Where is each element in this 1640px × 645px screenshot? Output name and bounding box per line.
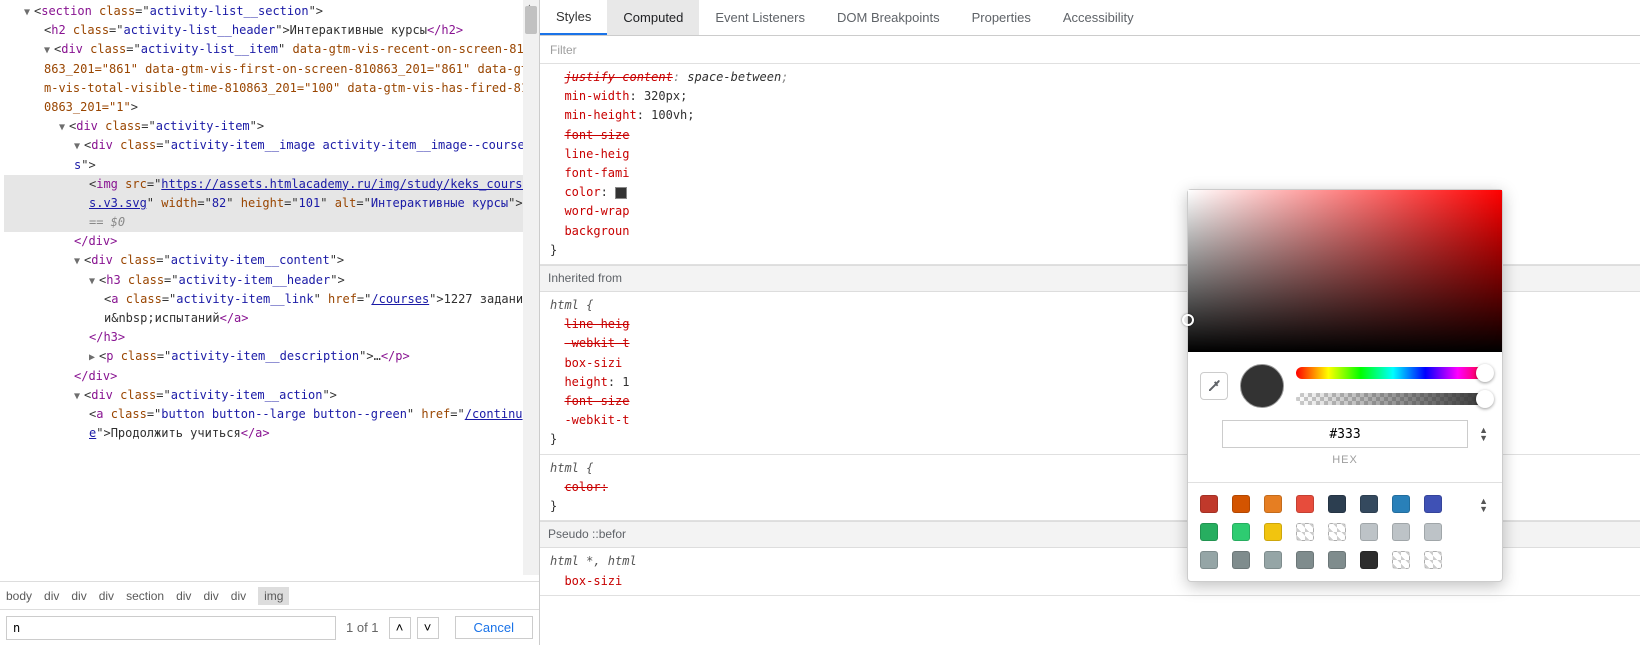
palette-swatch[interactable] (1296, 495, 1314, 513)
find-prev-button[interactable]: ˄ (389, 617, 411, 639)
format-stepper[interactable]: ▲▼ (1479, 426, 1488, 442)
palette-stepper[interactable]: ▲▼ (1479, 497, 1488, 513)
palette-swatch[interactable] (1232, 523, 1250, 541)
vertical-scrollbar[interactable]: ▲ (523, 0, 539, 575)
hex-input[interactable] (1222, 420, 1468, 448)
hue-slider[interactable] (1296, 367, 1490, 379)
saturation-brightness-field[interactable] (1188, 190, 1502, 352)
color-swatch[interactable] (615, 187, 627, 199)
palette-swatch[interactable] (1360, 495, 1378, 513)
find-input[interactable] (6, 616, 336, 640)
styles-filter[interactable]: Filter (540, 36, 1640, 64)
color-picker: ▲▼ HEX ▲▼ (1187, 189, 1503, 582)
palette-swatch[interactable] (1296, 551, 1314, 569)
eyedropper-button[interactable] (1200, 372, 1228, 400)
styles-content: justify-content: space-between; min-widt… (540, 64, 1640, 645)
hue-knob[interactable] (1476, 364, 1494, 382)
palette-swatch[interactable] (1328, 551, 1346, 569)
crumb-body[interactable]: body (6, 589, 32, 603)
tab-styles[interactable]: Styles (540, 0, 607, 35)
palette-swatch[interactable] (1264, 495, 1282, 513)
palette-swatch[interactable] (1328, 495, 1346, 513)
crumb-div[interactable]: div (99, 589, 114, 603)
palette-swatch[interactable] (1200, 523, 1218, 541)
expand-arrow[interactable]: ▼ (59, 120, 69, 136)
expand-arrow[interactable]: ▼ (74, 254, 84, 270)
palette-swatch[interactable] (1264, 523, 1282, 541)
crumb-div[interactable]: div (176, 589, 191, 603)
eyedropper-icon (1206, 378, 1222, 394)
palette-swatch[interactable] (1424, 551, 1442, 569)
expand-arrow[interactable]: ▼ (24, 5, 34, 21)
expand-arrow[interactable]: ▼ (74, 139, 84, 155)
crumb-img[interactable]: img (258, 587, 289, 605)
hex-label: HEX (1332, 452, 1358, 470)
palette-swatch[interactable] (1392, 495, 1410, 513)
find-cancel-button[interactable]: Cancel (455, 616, 533, 639)
alpha-slider[interactable] (1296, 393, 1490, 405)
crumb-div[interactable]: div (71, 589, 86, 603)
styles-panel-container: Styles Computed Event Listeners DOM Brea… (540, 0, 1640, 645)
tab-computed[interactable]: Computed (607, 0, 699, 35)
palette-swatch[interactable] (1392, 551, 1410, 569)
sidebar-tabs: Styles Computed Event Listeners DOM Brea… (540, 0, 1640, 36)
palette-swatch[interactable] (1424, 523, 1442, 541)
palette-swatch[interactable] (1232, 551, 1250, 569)
tab-properties[interactable]: Properties (956, 0, 1047, 35)
expand-arrow[interactable]: ▶ (89, 350, 99, 366)
palette-swatch[interactable] (1328, 523, 1346, 541)
dom-breadcrumbs: body div div div section div div div img (0, 581, 539, 609)
tab-dom-breakpoints[interactable]: DOM Breakpoints (821, 0, 956, 35)
palette-swatch[interactable] (1360, 523, 1378, 541)
tab-event-listeners[interactable]: Event Listeners (699, 0, 821, 35)
elements-panel: ▼<section class="activity-list__section"… (0, 0, 540, 645)
crumb-div[interactable]: div (44, 589, 59, 603)
color-preview (1240, 364, 1284, 408)
palette-swatch[interactable] (1392, 523, 1410, 541)
selected-dom-node[interactable]: <img src="https://assets.htmlacademy.ru/… (4, 175, 535, 233)
palette-swatch[interactable] (1232, 495, 1250, 513)
palette-swatch[interactable] (1424, 495, 1442, 513)
palette-swatch[interactable] (1264, 551, 1282, 569)
alpha-knob[interactable] (1476, 390, 1494, 408)
find-next-button[interactable]: ˅ (417, 617, 439, 639)
expand-arrow[interactable]: ▼ (44, 43, 54, 59)
find-count: 1 of 1 (342, 620, 383, 635)
sb-handle[interactable] (1182, 314, 1194, 326)
palette-swatches: ▲▼ (1188, 482, 1502, 581)
expand-arrow[interactable]: ▼ (74, 389, 84, 405)
tab-accessibility[interactable]: Accessibility (1047, 0, 1150, 35)
palette-swatch[interactable] (1200, 495, 1218, 513)
crumb-div[interactable]: div (203, 589, 218, 603)
crumb-div[interactable]: div (231, 589, 246, 603)
expand-arrow[interactable]: ▼ (89, 274, 99, 290)
find-bar: 1 of 1 ˄ ˅ Cancel (0, 609, 539, 645)
palette-swatch[interactable] (1200, 551, 1218, 569)
palette-swatch[interactable] (1360, 551, 1378, 569)
palette-swatch[interactable] (1296, 523, 1314, 541)
dom-tree[interactable]: ▼<section class="activity-list__section"… (0, 0, 539, 581)
crumb-section[interactable]: section (126, 589, 164, 603)
